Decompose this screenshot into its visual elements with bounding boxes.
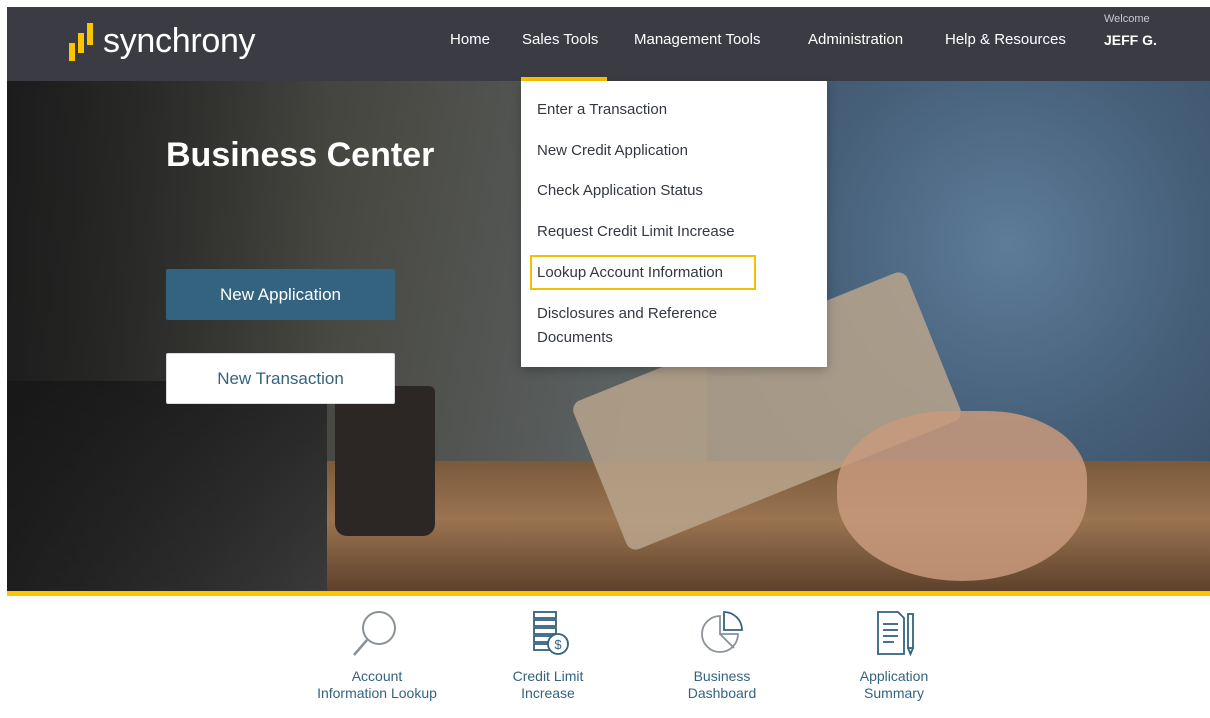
money-stack-icon: $: [533, 611, 569, 655]
synchrony-logo-icon: [69, 23, 93, 61]
document-pen-icon: [877, 611, 914, 657]
pie-chart-icon: [701, 611, 743, 653]
menu-item-request-credit-limit-increase[interactable]: Request Credit Limit Increase: [537, 220, 735, 244]
menu-item-check-application-status[interactable]: Check Application Status: [537, 179, 703, 203]
menu-item-disclosures-line1[interactable]: Disclosures and Reference: [537, 302, 717, 326]
nav-sales-tools[interactable]: Sales Tools: [522, 31, 598, 48]
nav-management-tools[interactable]: Management Tools: [634, 31, 760, 48]
svg-text:$: $: [554, 637, 562, 652]
nav-home[interactable]: Home: [450, 31, 490, 48]
user-name[interactable]: JEFF G.: [1104, 32, 1157, 48]
quick-link-account-lookup[interactable]: Account Information Lookup: [312, 608, 442, 702]
menu-item-new-credit-application[interactable]: New Credit Application: [537, 139, 688, 163]
quick-link-credit-limit[interactable]: $ Credit Limit Increase: [483, 608, 613, 702]
magnifier-icon: [353, 611, 396, 656]
hero-photo-hand: [837, 411, 1087, 581]
welcome-label: Welcome: [1104, 13, 1150, 25]
nav-help-resources[interactable]: Help & Resources: [945, 31, 1066, 48]
top-navigation-bar: synchrony Home Sales Tools Management To…: [7, 7, 1210, 81]
quick-link-label: Credit Limit Increase: [512, 668, 584, 701]
hero-photo-cup: [335, 386, 435, 536]
menu-item-lookup-account-information[interactable]: Lookup Account Information: [537, 261, 723, 285]
sales-tools-dropdown: Enter a Transaction New Credit Applicati…: [521, 81, 827, 367]
nav-administration[interactable]: Administration: [808, 31, 903, 48]
menu-item-enter-transaction[interactable]: Enter a Transaction: [537, 98, 667, 122]
menu-item-disclosures-line2[interactable]: Documents: [537, 326, 613, 350]
quick-link-label: Application Summary: [859, 668, 929, 701]
quick-link-business-dashboard[interactable]: Business Dashboard: [657, 608, 787, 702]
brand-name: synchrony: [103, 22, 256, 60]
new-transaction-button[interactable]: New Transaction: [166, 353, 395, 404]
page-title: Business Center: [166, 136, 435, 174]
quick-link-label: Business Dashboard: [687, 668, 757, 701]
quick-link-application-summary[interactable]: Application Summary: [829, 608, 959, 702]
quick-link-label: Account Information Lookup: [317, 668, 437, 701]
new-application-button[interactable]: New Application: [166, 269, 395, 320]
synchrony-logo[interactable]: synchrony: [69, 21, 256, 61]
hero-accent-line: [7, 591, 1210, 596]
